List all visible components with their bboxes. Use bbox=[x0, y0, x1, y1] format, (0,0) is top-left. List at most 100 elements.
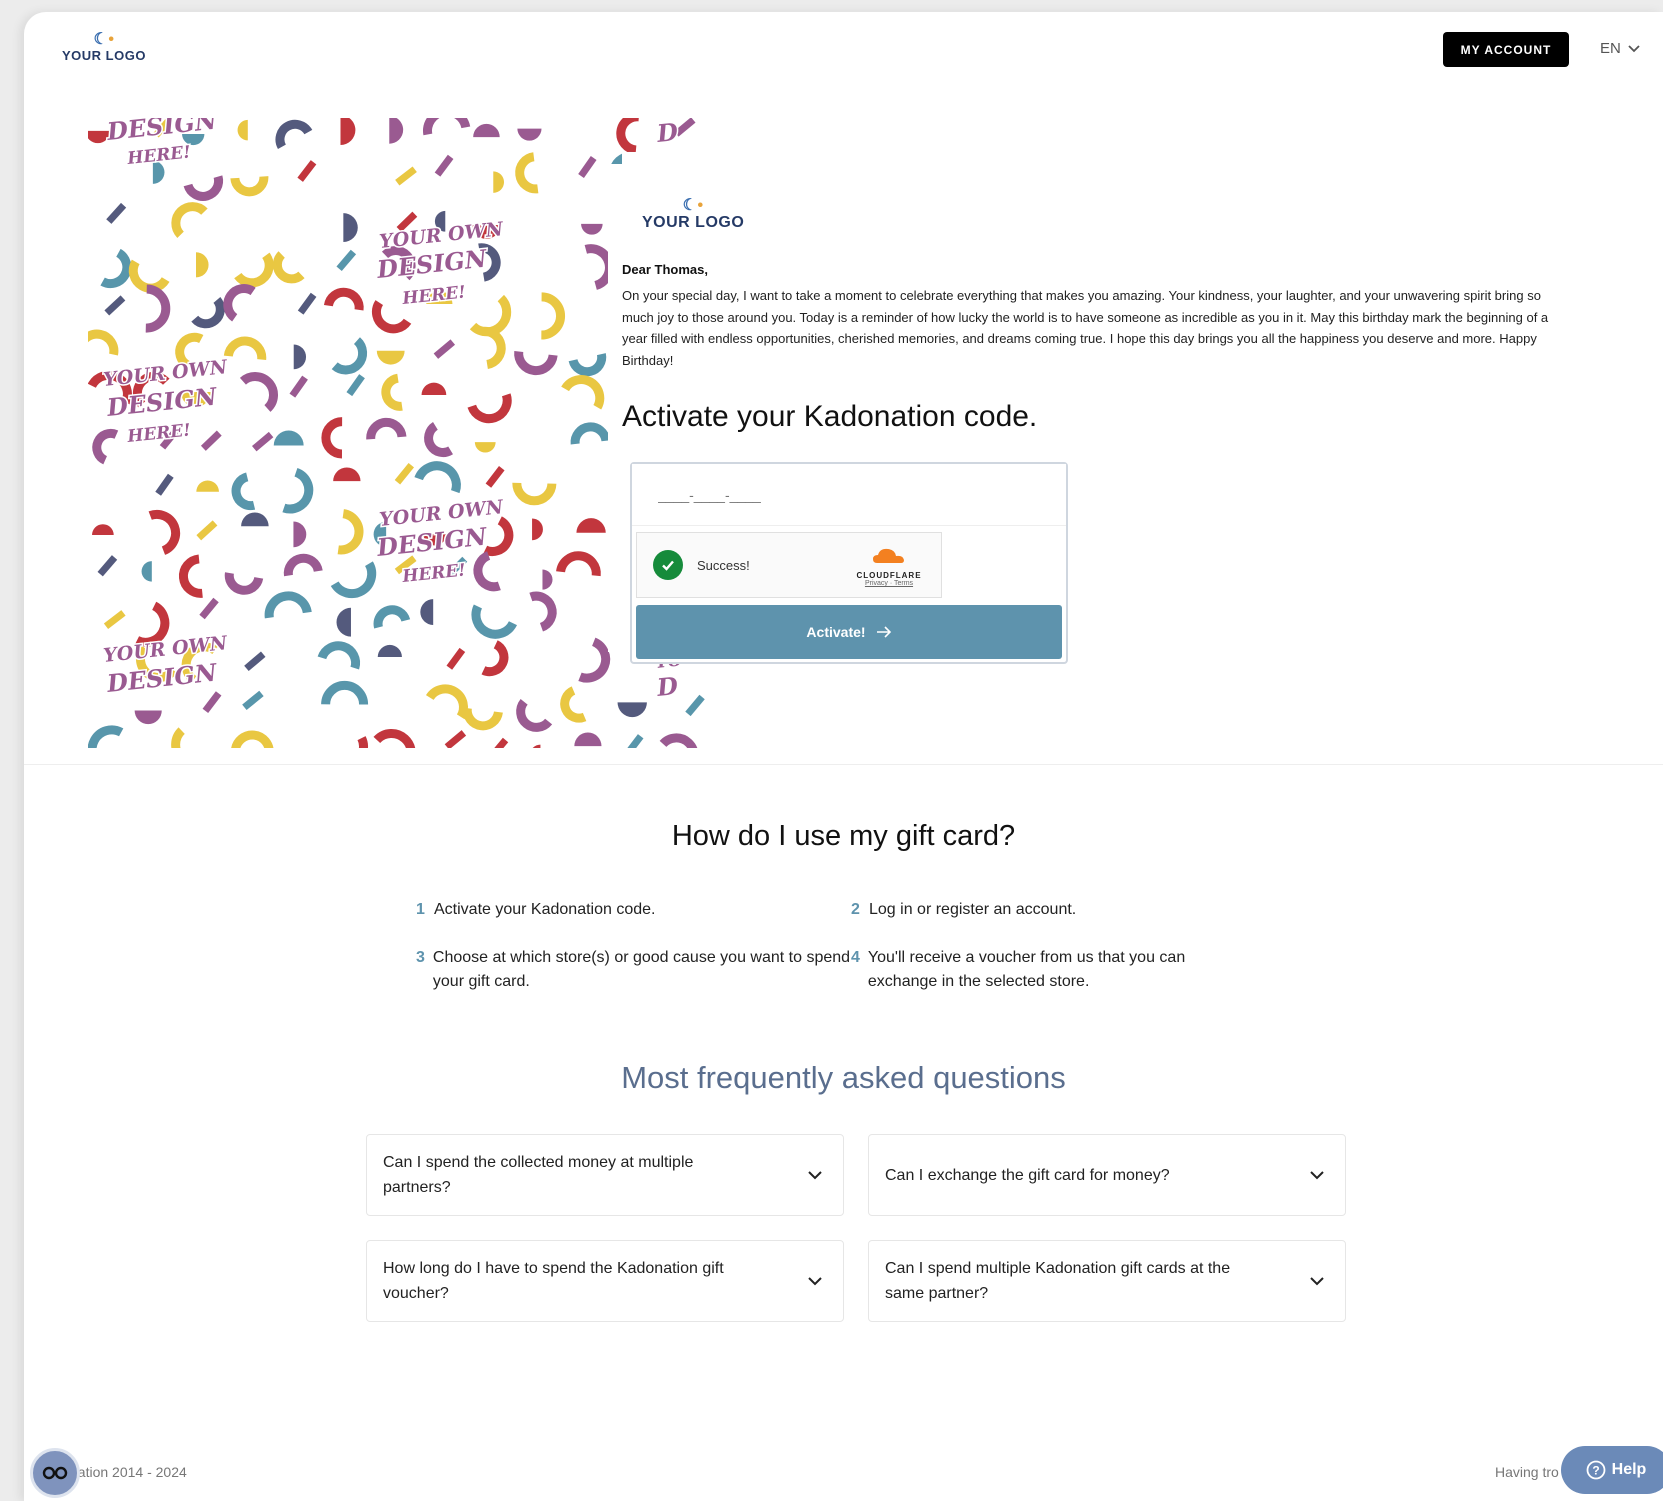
pattern-bar bbox=[103, 610, 126, 630]
pattern-bar bbox=[252, 431, 274, 452]
artwork-text: HERE! bbox=[125, 420, 191, 447]
pattern-arc bbox=[321, 417, 343, 459]
pattern-arc bbox=[331, 337, 368, 375]
pattern-half-circle bbox=[273, 430, 304, 446]
pattern-arc bbox=[171, 202, 208, 238]
cloudflare-name: CLOUDFLARE bbox=[856, 571, 922, 580]
pattern-half-circle bbox=[389, 118, 404, 144]
code-input[interactable] bbox=[632, 464, 1066, 526]
pattern-half-circle bbox=[333, 467, 361, 482]
language-selector[interactable]: EN bbox=[1600, 40, 1641, 57]
pattern-half-circle bbox=[473, 123, 500, 138]
accessibility-button[interactable] bbox=[30, 1448, 80, 1498]
pattern-half-circle bbox=[92, 524, 114, 536]
pattern-half-circle bbox=[237, 119, 248, 141]
pattern-half-circle bbox=[532, 518, 543, 541]
header-logo-text: YOUR LOGO bbox=[62, 48, 146, 63]
pattern-arc bbox=[568, 353, 607, 377]
pattern-half-circle bbox=[574, 732, 602, 747]
pattern-arc bbox=[560, 686, 587, 723]
faq-item[interactable]: Can I exchange the gift card for money? bbox=[868, 1134, 1346, 1216]
pattern-half-circle bbox=[340, 118, 356, 145]
pattern-half-circle bbox=[241, 512, 269, 527]
chevron-down-icon bbox=[808, 1171, 822, 1180]
svg-text:?: ? bbox=[1592, 1464, 1599, 1478]
pattern-arc bbox=[516, 699, 553, 732]
pattern-bar bbox=[433, 339, 456, 359]
pattern-half-circle bbox=[377, 644, 402, 658]
pattern-arc bbox=[540, 292, 565, 340]
pattern-arc bbox=[317, 641, 361, 670]
pattern-arc bbox=[373, 729, 416, 748]
pattern-arc bbox=[191, 297, 225, 329]
activation-form: Success! CLOUDFLARE Privacy · Terms Acti… bbox=[630, 462, 1068, 664]
pattern-arc bbox=[88, 725, 124, 748]
card-logo: ☾• YOUR LOGO bbox=[642, 198, 744, 232]
captcha-links[interactable]: Privacy · Terms bbox=[849, 580, 929, 587]
pattern-arc bbox=[471, 604, 518, 639]
step-item: 4 You'll receive a voucher from us that y… bbox=[851, 946, 1246, 994]
artwork-text: HERE! bbox=[125, 142, 191, 169]
pattern-arc bbox=[171, 727, 185, 748]
pattern-bar bbox=[394, 462, 415, 485]
step-number: 1 bbox=[416, 901, 425, 918]
pattern-arc bbox=[88, 329, 119, 356]
faq-question: Can I spend the collected money at multi… bbox=[383, 1154, 694, 1196]
gift-letter: ☾• YOUR LOGO Dear Thomas, On your specia… bbox=[622, 152, 1582, 664]
pattern-arc bbox=[512, 482, 557, 506]
pattern-arc bbox=[275, 119, 313, 149]
faq-question: Can I exchange the gift card for money? bbox=[885, 1166, 1170, 1184]
chevron-down-icon bbox=[1310, 1171, 1324, 1180]
pattern-arc bbox=[481, 326, 506, 369]
step-text: You'll receive a voucher from us that yo… bbox=[867, 949, 1186, 990]
pattern-half-circle bbox=[293, 344, 307, 370]
faq-item[interactable]: Can I spend multiple Kadonation gift car… bbox=[868, 1240, 1346, 1322]
pattern-arc bbox=[148, 509, 181, 555]
pattern-half-circle bbox=[376, 350, 405, 365]
pattern-arc bbox=[357, 736, 368, 748]
pattern-bar bbox=[297, 160, 317, 182]
logo-mark-icon: ☾• bbox=[93, 31, 115, 48]
help-button[interactable]: ? Help bbox=[1561, 1446, 1663, 1494]
activate-button[interactable]: Activate! bbox=[636, 605, 1062, 659]
pattern-arc bbox=[183, 175, 224, 201]
pattern-arc bbox=[239, 372, 278, 412]
how-to-steps: 1 Activate your Kadonation code. 2 Log in … bbox=[416, 898, 1246, 994]
step-number: 4 bbox=[851, 949, 860, 966]
pattern-arc bbox=[283, 553, 323, 577]
pattern-arc bbox=[423, 118, 471, 136]
pattern-bar bbox=[297, 292, 317, 315]
pattern-arc bbox=[272, 251, 305, 284]
pattern-arc bbox=[128, 259, 170, 293]
faq-title: Most frequently asked questions bbox=[621, 1060, 1066, 1095]
pattern-half-circle bbox=[293, 521, 307, 548]
header-logo[interactable]: ☾• YOUR LOGO bbox=[62, 31, 146, 64]
pattern-arc bbox=[616, 118, 639, 155]
my-account-button[interactable]: MY ACCOUNT bbox=[1443, 32, 1569, 67]
faq-item[interactable]: Can I spend the collected money at multi… bbox=[366, 1134, 844, 1216]
pattern-bar bbox=[446, 647, 466, 670]
pattern-arc bbox=[92, 428, 119, 465]
pattern-arc bbox=[231, 730, 274, 748]
page: ☾• YOUR LOGO MY ACCOUNT EN DESIGN HERE! YO… bbox=[24, 12, 1663, 1501]
pattern-half-circle bbox=[530, 744, 541, 748]
pattern-arc bbox=[473, 551, 501, 592]
pattern-half-circle bbox=[420, 599, 434, 625]
activation-title: Activate your Kadonation code. bbox=[622, 400, 1038, 433]
pattern-arc bbox=[425, 684, 468, 720]
pattern-half-circle bbox=[196, 252, 209, 278]
glasses-icon bbox=[42, 1466, 68, 1480]
trouble-text[interactable]: Having tro bbox=[1495, 1464, 1559, 1480]
captcha-widget[interactable]: Success! CLOUDFLARE Privacy · Terms bbox=[636, 532, 942, 598]
captcha-status: Success! bbox=[697, 557, 750, 573]
pattern-bar bbox=[106, 202, 127, 224]
pattern-half-circle bbox=[421, 382, 447, 396]
pattern-arc bbox=[424, 422, 453, 458]
pattern-bar bbox=[346, 374, 365, 397]
faq-item[interactable]: How long do I have to spend the Kadonati… bbox=[366, 1240, 844, 1322]
pattern-half-circle bbox=[336, 607, 351, 637]
pattern-arc bbox=[223, 284, 256, 322]
pattern-half-circle bbox=[617, 702, 647, 718]
pattern-arc bbox=[570, 422, 611, 445]
pattern-arc bbox=[323, 287, 364, 311]
